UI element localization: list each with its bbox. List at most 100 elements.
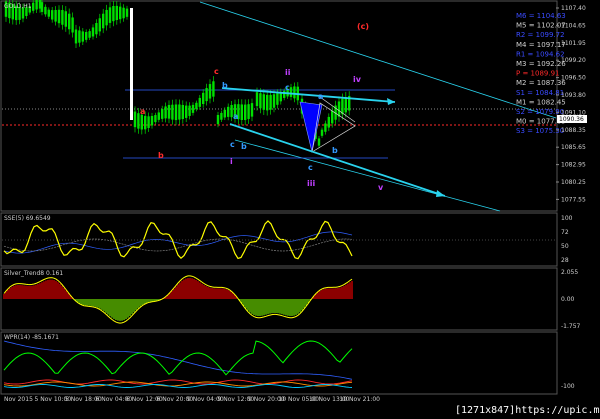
osc2-tick: 2.055 <box>561 269 578 276</box>
candle-body <box>57 9 61 24</box>
murrey-level: P = 1089.91 <box>516 70 559 78</box>
candle-body <box>341 98 344 115</box>
osc3-title: WPR(14) -85.1671 <box>4 334 59 341</box>
candle-body <box>40 2 44 12</box>
candle-body <box>150 115 154 126</box>
candle-body <box>125 8 129 17</box>
candle-body <box>212 81 215 97</box>
osc2-tick: -1.757 <box>561 323 581 330</box>
candle-body <box>133 111 137 128</box>
wave-label: v <box>378 183 384 192</box>
candle-body <box>61 10 64 25</box>
candle-body <box>105 9 108 26</box>
wave-label: b <box>158 151 164 160</box>
candle-body <box>216 114 220 125</box>
candle-body <box>208 84 212 99</box>
candle-body <box>174 104 178 121</box>
osc1-tick: 100 <box>561 215 573 222</box>
candle-body <box>122 7 125 19</box>
candle-body <box>337 101 341 117</box>
murrey-level: M6 = 1104.63 <box>516 12 566 20</box>
wave-label: c <box>214 67 219 76</box>
candle-body <box>98 18 101 32</box>
candle-body <box>51 10 54 20</box>
candle-body <box>178 104 181 120</box>
chart-canvas: M6 = 1104.63M5 = 1102.07R2 = 1099.72M4 =… <box>0 0 587 403</box>
candle-body <box>220 112 223 120</box>
price-tick-label: 1107.40 <box>561 5 586 12</box>
osc1-tick: 28 <box>561 257 569 264</box>
wave-label: a <box>318 92 323 101</box>
candle-body <box>164 106 167 119</box>
candle-body <box>154 115 157 123</box>
price-tick-label: 1085.65 <box>561 144 586 151</box>
current-price-label: 1090.36 <box>559 116 584 123</box>
candle-body <box>262 94 265 110</box>
wave-label: c <box>308 163 313 172</box>
candle-body <box>188 105 191 116</box>
candle-body <box>255 92 259 107</box>
osc2-tick: 0.00 <box>561 296 575 303</box>
osc3-panel <box>0 331 558 395</box>
murrey-level: R1 = 1094.62 <box>516 50 565 58</box>
candle-body <box>327 116 330 128</box>
candle-body <box>119 6 122 20</box>
candle-body <box>44 6 47 15</box>
candle-body <box>259 93 262 109</box>
price-tick-label: 1088.35 <box>561 127 586 134</box>
murrey-level: M1 = 1082.45 <box>516 98 566 106</box>
candle-body <box>205 88 208 102</box>
candle-body <box>54 9 57 22</box>
wave-label: b <box>241 142 247 151</box>
wave-label: a <box>140 107 145 116</box>
symbol-label: GOLD,H1 <box>4 3 32 10</box>
candle-body <box>240 104 243 121</box>
candle-body <box>35 0 38 10</box>
wave-label: (c) <box>357 22 369 31</box>
candle-body <box>91 27 95 37</box>
candle-body <box>167 104 171 119</box>
osc2-title: Silver_Trend8 0.161 <box>4 270 63 277</box>
candle-body <box>157 112 160 120</box>
candle-body <box>293 86 296 99</box>
price-tick-label: 1101.95 <box>561 40 586 47</box>
candle-body <box>244 104 247 121</box>
candle-body <box>171 104 174 120</box>
candle-body <box>227 106 230 117</box>
candle-body <box>74 29 78 44</box>
candle-body <box>202 92 205 104</box>
candle-body <box>47 9 50 17</box>
wave-label: ii <box>285 68 291 77</box>
candle-body <box>320 129 324 136</box>
candle-body <box>344 97 347 113</box>
wave-label: a <box>233 112 238 121</box>
candle-body <box>85 32 88 40</box>
candle-body <box>317 138 321 146</box>
wave-label: i <box>230 157 233 166</box>
price-tick-label: 1077.55 <box>561 196 586 203</box>
murrey-level: S3 = 1075.30 <box>516 127 564 135</box>
candle-body <box>32 2 35 11</box>
wave-label: c <box>230 140 235 149</box>
candle-body <box>195 102 198 110</box>
candle-body <box>147 116 150 128</box>
candle-body <box>71 17 74 33</box>
osc1-title: SSE(5) 69.6549 <box>4 215 51 222</box>
murrey-level: R2 = 1099.72 <box>516 31 565 39</box>
candle-body <box>130 8 133 120</box>
candle-body <box>81 31 84 42</box>
candle-body <box>108 7 112 23</box>
candle-body <box>247 104 250 119</box>
candle-body <box>269 94 272 110</box>
candle-body <box>289 87 293 97</box>
price-tick-label: 1080.25 <box>561 179 586 186</box>
candle-body <box>191 104 195 113</box>
candle-body <box>112 6 115 22</box>
price-tick-label: 1104.65 <box>561 22 586 29</box>
candle-body <box>331 110 334 124</box>
osc1-tick: 72 <box>561 229 569 236</box>
candle-body <box>115 5 118 21</box>
price-tick-label: 1099.20 <box>561 57 586 64</box>
candle-body <box>223 109 226 118</box>
candle-body <box>68 13 71 30</box>
